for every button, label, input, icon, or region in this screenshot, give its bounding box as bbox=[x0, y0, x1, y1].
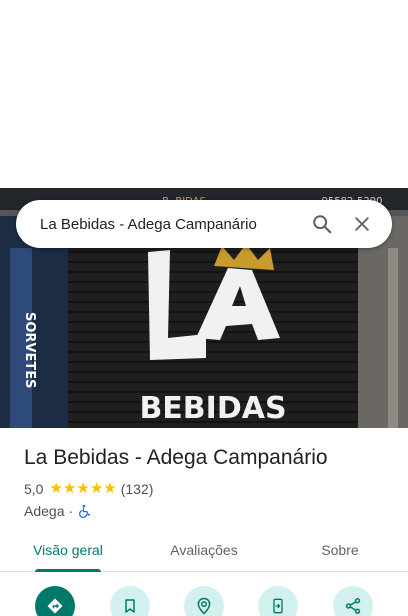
sign-bebidas-text: BEBIDAS bbox=[139, 391, 286, 426]
place-title: La Bebidas - Adega Campanário bbox=[24, 446, 328, 469]
rating-stars: ★ ★ ★ ★ ★ bbox=[49, 480, 116, 498]
close-button[interactable] bbox=[342, 204, 382, 244]
star-icon: ★ bbox=[76, 480, 90, 497]
directions-icon bbox=[47, 598, 63, 614]
close-icon bbox=[355, 217, 369, 231]
search-button[interactable] bbox=[302, 204, 342, 244]
rating-value: 5,0 bbox=[24, 481, 44, 497]
place-category: Adega bbox=[24, 503, 65, 519]
share-icon bbox=[345, 598, 360, 614]
bookmark-icon bbox=[124, 599, 135, 613]
nearby-button[interactable] bbox=[183, 586, 224, 616]
category-row: Adega · bbox=[24, 502, 394, 520]
map-area-blank bbox=[0, 0, 408, 188]
directions-button[interactable] bbox=[35, 586, 76, 616]
side-sign-text: SORVETES bbox=[22, 312, 37, 388]
place-info: La Bebidas - Adega Campanário 5,0 ★ ★ ★ … bbox=[24, 444, 394, 520]
star-icon: ★ bbox=[62, 480, 77, 497]
tab-about[interactable]: Sobre bbox=[272, 528, 408, 571]
search-input[interactable]: La Bebidas - Adega Campanário bbox=[40, 216, 302, 233]
review-count[interactable]: (132) bbox=[121, 481, 154, 497]
tab-reviews[interactable]: Avaliações bbox=[136, 528, 272, 571]
search-bar[interactable]: La Bebidas - Adega Campanário bbox=[16, 200, 392, 248]
save-button[interactable] bbox=[109, 586, 150, 616]
action-buttons bbox=[0, 586, 408, 616]
separator-dot: · bbox=[68, 503, 74, 519]
send-to-phone-icon bbox=[273, 598, 284, 614]
share-button[interactable] bbox=[332, 586, 373, 616]
star-icon: ★ bbox=[89, 480, 104, 497]
tab-bar: Visão geral Avaliações Sobre bbox=[0, 528, 408, 572]
rating-row[interactable]: 5,0 ★ ★ ★ ★ ★ (132) bbox=[24, 480, 394, 498]
star-icon: ★ bbox=[103, 480, 117, 497]
tab-overview[interactable]: Visão geral bbox=[0, 528, 136, 572]
send-to-phone-button[interactable] bbox=[258, 586, 299, 616]
nearby-icon bbox=[197, 597, 211, 615]
wheelchair-icon bbox=[77, 504, 91, 518]
star-icon: ★ bbox=[49, 480, 63, 497]
search-icon bbox=[313, 215, 332, 234]
